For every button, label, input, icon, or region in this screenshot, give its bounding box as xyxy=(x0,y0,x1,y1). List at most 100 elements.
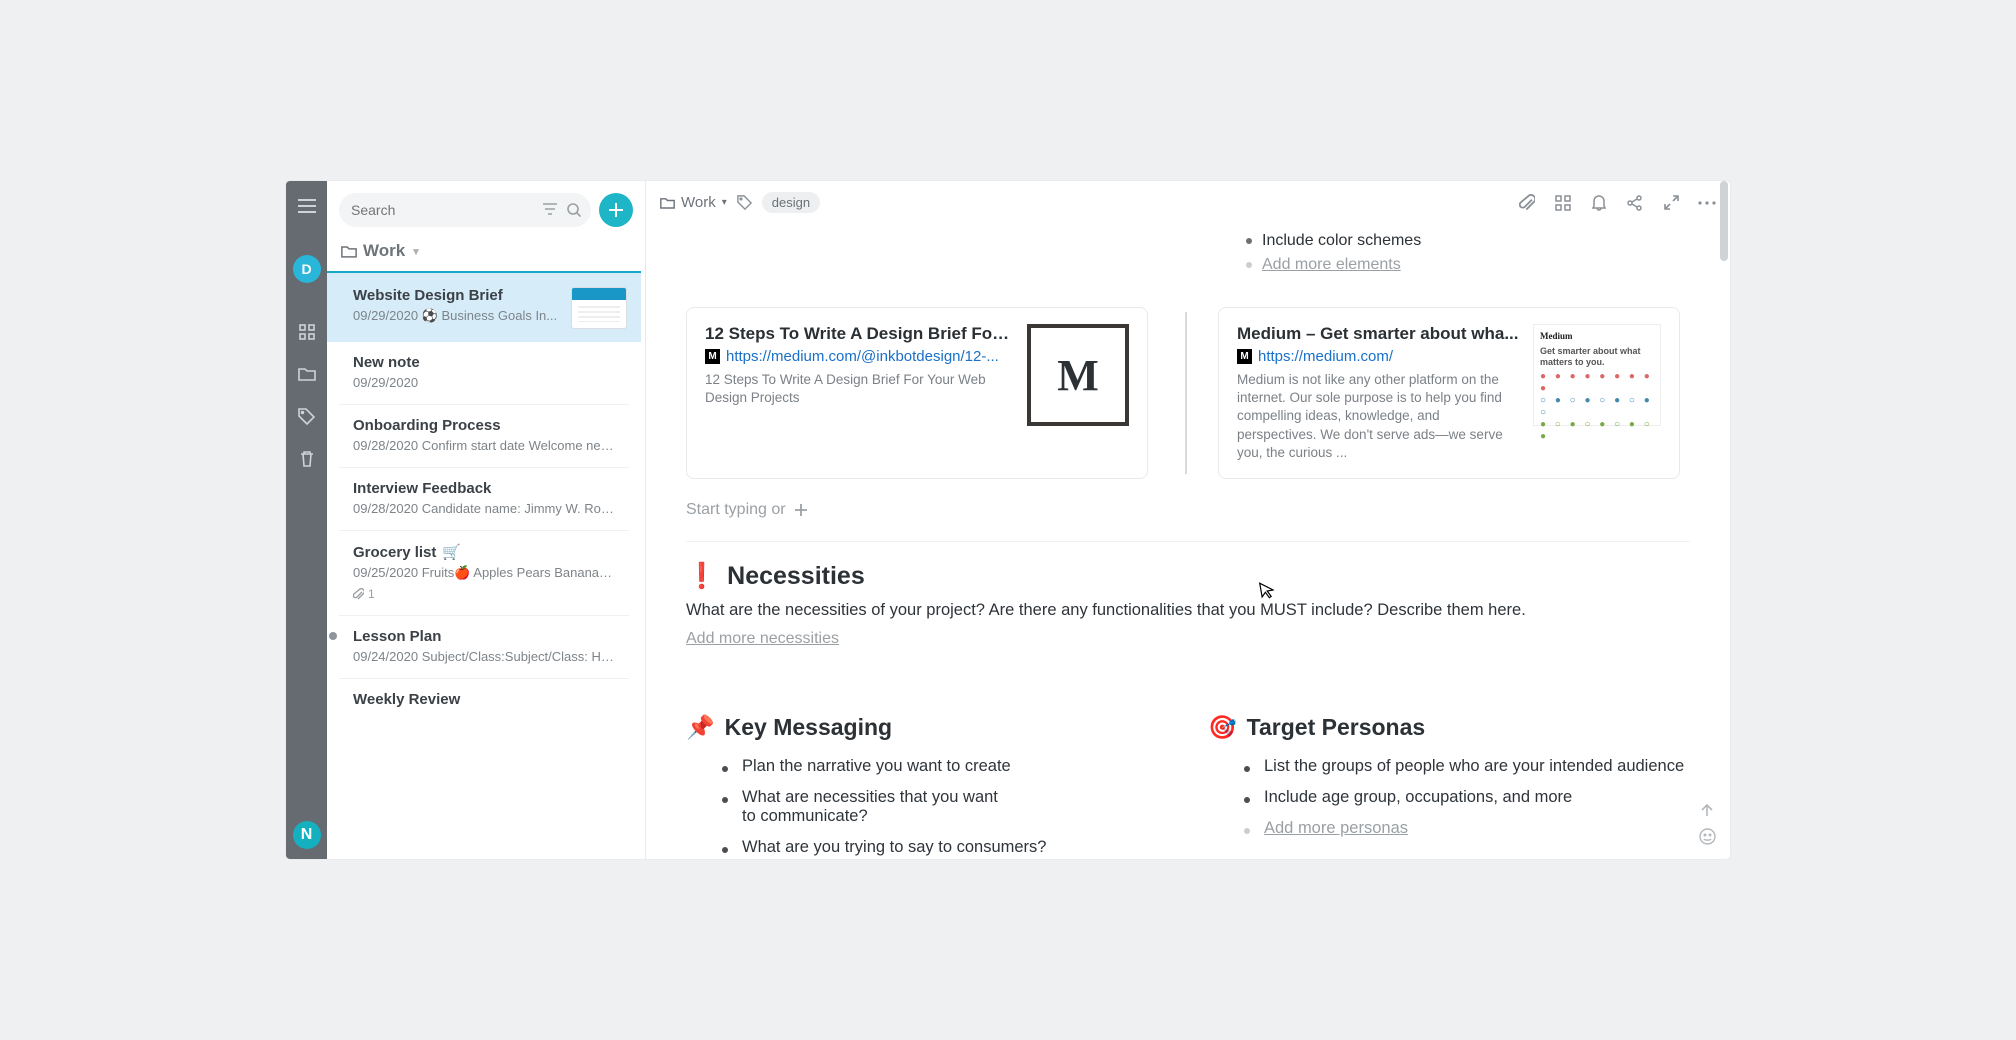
bullet-icon xyxy=(1246,238,1252,244)
share-icon[interactable] xyxy=(1626,194,1644,212)
list-item[interactable]: What are you trying to say to consumers? xyxy=(722,832,1168,859)
type-prompt[interactable]: Start typing or xyxy=(686,501,1690,519)
filter-icon[interactable] xyxy=(543,203,557,217)
sidebar: Work ▾ Website Design Brief 09/29/2020 ⚽… xyxy=(327,181,646,859)
notes-list[interactable]: Website Design Brief 09/29/2020 ⚽ Busine… xyxy=(327,271,645,859)
chevron-down-icon: ▾ xyxy=(722,197,727,208)
add-personas-placeholder[interactable]: Add more personas xyxy=(1244,813,1690,844)
paperclip-icon[interactable] xyxy=(1518,194,1536,212)
app-logo[interactable]: N xyxy=(293,821,321,849)
expand-icon[interactable] xyxy=(1662,194,1680,212)
link-card-url[interactable]: Mhttps://medium.com/ xyxy=(1237,348,1519,365)
link-card-url[interactable]: Mhttps://medium.com/@inkbotdesign/12-... xyxy=(705,348,1013,365)
note-item[interactable]: Lesson Plan 09/24/2020 Subject/Class:Sub… xyxy=(339,616,629,679)
more-icon[interactable] xyxy=(1698,194,1716,212)
target-icon: 🎯 xyxy=(1208,714,1237,741)
exclamation-icon: ❗ xyxy=(686,562,717,591)
emoji-icon[interactable] xyxy=(1699,828,1716,845)
note-title: Interview Feedback xyxy=(353,480,615,497)
chevron-down-icon: ▾ xyxy=(413,245,419,258)
note-preview: 09/29/2020 xyxy=(353,375,615,390)
note-title: Lesson Plan xyxy=(353,628,615,645)
note-preview: 09/28/2020 Confirm start date Welcome ne… xyxy=(353,438,615,453)
attachment-indicator: 1 xyxy=(353,587,615,601)
note-item[interactable]: Weekly Review xyxy=(339,679,629,726)
scrollbar[interactable] xyxy=(1720,181,1728,859)
document-body[interactable]: Include color schemes Add more elements … xyxy=(646,225,1730,859)
note-preview: 09/24/2020 Subject/Class:Subject/Class: … xyxy=(353,649,615,664)
bell-icon[interactable] xyxy=(1590,194,1608,212)
link-card-desc: 12 Steps To Write A Design Brief For You… xyxy=(705,371,1013,407)
bullet-icon xyxy=(1246,262,1252,268)
add-elements-placeholder[interactable]: Add more elements xyxy=(1246,253,1690,277)
new-note-button[interactable] xyxy=(599,193,633,227)
plus-icon[interactable] xyxy=(792,501,810,519)
target-personas-heading: 🎯 Target Personas xyxy=(1208,714,1690,741)
search-icon[interactable] xyxy=(567,203,581,217)
divider xyxy=(686,541,1690,542)
key-messaging-section: 📌 Key Messaging Plan the narrative you w… xyxy=(686,694,1168,859)
folder-selector[interactable]: Work ▾ xyxy=(327,233,645,271)
user-avatar[interactable]: D xyxy=(293,255,321,283)
key-messaging-heading: 📌 Key Messaging xyxy=(686,714,1168,741)
link-card[interactable]: 12 Steps To Write A Design Brief For You… xyxy=(686,307,1148,479)
tag-pill[interactable]: design xyxy=(762,192,820,213)
link-card-thumb: M xyxy=(1027,324,1129,426)
link-cards-row: 12 Steps To Write A Design Brief For You… xyxy=(686,307,1690,479)
note-item[interactable]: New note 09/29/2020 xyxy=(339,342,629,405)
main-panel: Work ▾ design Include color schemes Add … xyxy=(646,181,1730,859)
note-title: Weekly Review xyxy=(353,691,615,708)
favicon-icon: M xyxy=(1237,349,1252,364)
pin-icon: 📌 xyxy=(686,714,715,741)
grid-icon[interactable] xyxy=(296,321,318,343)
bullet-icon xyxy=(722,847,728,853)
list-item[interactable]: List the groups of people who are your i… xyxy=(1244,751,1690,782)
tag-icon[interactable] xyxy=(737,195,752,210)
folder-icon[interactable] xyxy=(296,363,318,385)
folder-icon xyxy=(660,197,675,209)
paperclip-icon xyxy=(353,588,364,600)
necessities-heading: ❗ Necessities xyxy=(686,562,1690,591)
note-title: New note xyxy=(353,354,615,371)
necessities-text[interactable]: What are the necessities of your project… xyxy=(686,601,1690,620)
search-input-wrap[interactable] xyxy=(339,193,591,227)
note-thumbnail xyxy=(571,287,627,329)
menu-icon[interactable] xyxy=(296,195,318,217)
link-card[interactable]: Medium – Get smarter about wha... Mhttps… xyxy=(1218,307,1680,479)
scroll-top-icon[interactable] xyxy=(1699,802,1716,818)
list-item[interactable]: Plan the narrative you want to create xyxy=(722,751,1168,782)
list-item[interactable]: Include color schemes xyxy=(1246,229,1690,253)
note-title: Onboarding Process xyxy=(353,417,615,434)
bullet-icon xyxy=(1244,797,1250,803)
tag-icon[interactable] xyxy=(296,405,318,427)
trash-icon[interactable] xyxy=(296,447,318,469)
note-item[interactable]: Grocery list 🛒 09/25/2020 Fruits🍎 Apples… xyxy=(339,531,629,616)
bullet-icon xyxy=(722,797,728,803)
bullet-icon xyxy=(1244,828,1250,834)
note-item[interactable]: Website Design Brief 09/29/2020 ⚽ Busine… xyxy=(327,271,641,342)
link-card-title: 12 Steps To Write A Design Brief For You… xyxy=(705,324,1013,344)
note-item[interactable]: Onboarding Process 09/28/2020 Confirm st… xyxy=(339,405,629,468)
note-title: Grocery list 🛒 xyxy=(353,543,615,561)
app-window: D N Wor xyxy=(286,181,1730,859)
link-card-desc: Medium is not like any other platform on… xyxy=(1237,371,1519,462)
favicon-icon: M xyxy=(705,349,720,364)
link-card-title: Medium – Get smarter about wha... xyxy=(1237,324,1519,344)
bullet-icon xyxy=(722,766,728,772)
nav-rail: D N xyxy=(286,181,327,859)
list-item[interactable]: Include age group, occupations, and more xyxy=(1244,782,1690,813)
topbar: Work ▾ design xyxy=(646,181,1730,225)
unread-dot-icon xyxy=(329,632,337,640)
breadcrumb[interactable]: Work ▾ xyxy=(660,194,727,211)
note-item[interactable]: Interview Feedback 09/28/2020 Candidate … xyxy=(339,468,629,531)
list-item[interactable]: What are necessities that you want to co… xyxy=(722,782,1168,832)
target-personas-section: 🎯 Target Personas List the groups of peo… xyxy=(1208,694,1690,859)
add-necessities-placeholder[interactable]: Add more necessities xyxy=(686,630,839,648)
bullet-icon xyxy=(1244,766,1250,772)
note-preview: 09/28/2020 Candidate name: Jimmy W. Role… xyxy=(353,501,615,516)
elements-list: Include color schemes Add more elements xyxy=(1246,229,1690,277)
cursor-icon xyxy=(1259,580,1276,600)
grid-icon[interactable] xyxy=(1554,194,1572,212)
breadcrumb-label: Work xyxy=(681,194,716,211)
folder-icon xyxy=(341,245,357,258)
